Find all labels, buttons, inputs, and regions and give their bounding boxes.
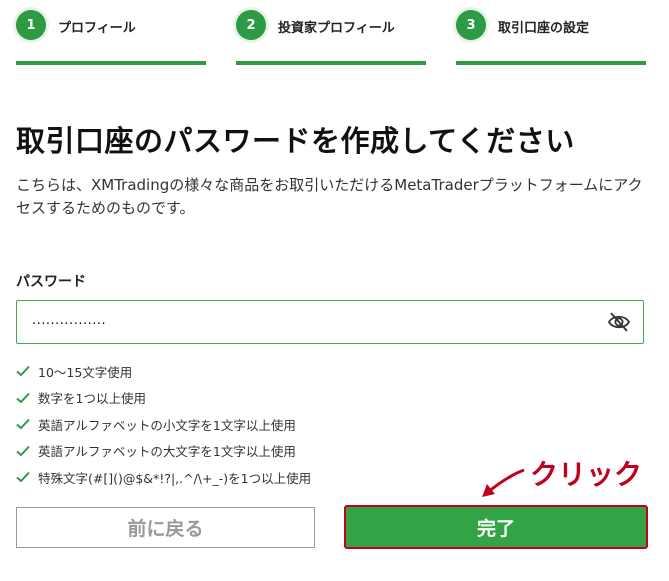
password-label: パスワード (16, 274, 86, 290)
click-annotation-text: クリック (530, 458, 643, 491)
check-icon (16, 366, 30, 377)
step-label: 投資家プロフィール (278, 21, 395, 36)
check-icon (16, 472, 30, 483)
step-number: 3 (456, 10, 486, 40)
complete-button[interactable]: 完了 (344, 505, 648, 549)
step-number: 2 (236, 10, 266, 40)
step-label: プロフィール (58, 21, 136, 36)
page-title: 取引口座のパスワードを作成してください (16, 124, 575, 158)
password-rule: 10〜15文字使用 (16, 358, 616, 385)
rule-text: 特殊文字(#[]()@$&*!?|,.^/\+_-)を1つ以上使用 (38, 470, 312, 486)
check-icon (16, 419, 30, 430)
rule-text: 10〜15文字使用 (38, 364, 133, 380)
page-description: こちらは、XMTradingの様々な商品をお取引いただけるMetaTraderプ… (16, 176, 643, 217)
rule-text: 英語アルファベットの大文字を1文字以上使用 (38, 444, 296, 460)
step-progress-bar (456, 61, 646, 65)
step-progress-bar (16, 61, 206, 65)
password-field[interactable]: ................ (16, 300, 644, 344)
rule-text: 数字を1つ以上使用 (38, 391, 146, 407)
check-icon (16, 445, 30, 457)
step-progress-bar (236, 61, 426, 65)
rule-text: 英語アルファベットの小文字を1文字以上使用 (38, 417, 296, 433)
annotation-arrow-icon (482, 468, 525, 497)
progress-steps: 1 プロフィール 2 投資家プロフィール 3 取引口座の設定 (16, 0, 646, 70)
eye-slash-icon[interactable] (607, 311, 631, 333)
password-rule: 英語アルファベットの大文字を1文字以上使用 (16, 438, 616, 465)
password-rule: 数字を1つ以上使用 (16, 385, 616, 412)
step-number: 1 (16, 10, 46, 40)
back-button[interactable]: 前に戻る (16, 507, 315, 548)
password-rule: 英語アルファベットの小文字を1文字以上使用 (16, 411, 616, 438)
check-icon (16, 392, 30, 404)
step-label: 取引口座の設定 (498, 21, 590, 36)
password-masked-value[interactable]: ................ (32, 313, 106, 328)
